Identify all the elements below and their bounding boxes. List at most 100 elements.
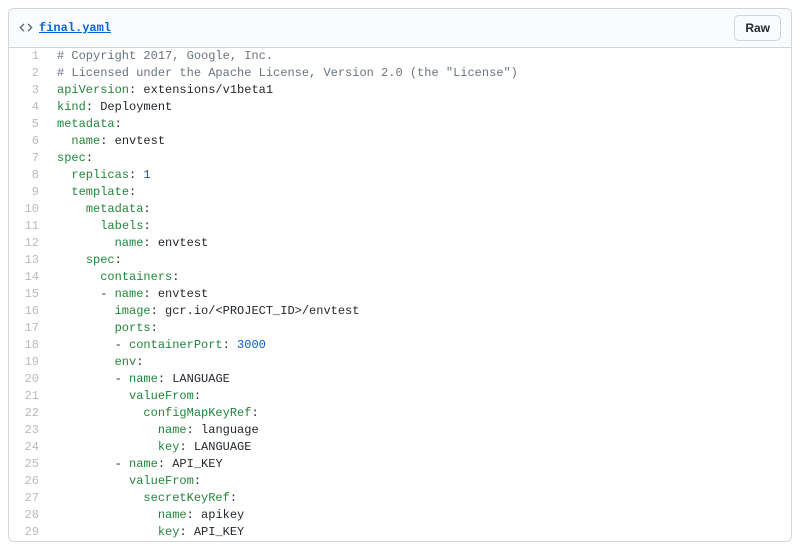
- code-token: name: [115, 287, 144, 301]
- code-line: 5metadata:: [9, 116, 791, 133]
- line-number[interactable]: 16: [9, 303, 49, 320]
- line-number[interactable]: 11: [9, 218, 49, 235]
- code-content: configMapKeyRef:: [49, 405, 791, 422]
- line-number[interactable]: 15: [9, 286, 49, 303]
- code-line: 24 key: LANGUAGE: [9, 439, 791, 456]
- line-number[interactable]: 18: [9, 337, 49, 354]
- line-number[interactable]: 23: [9, 422, 49, 439]
- line-number[interactable]: 10: [9, 201, 49, 218]
- code-line: 17 ports:: [9, 320, 791, 337]
- line-number[interactable]: 19: [9, 354, 49, 371]
- code-token: :: [115, 117, 122, 131]
- code-line: 2 # Licensed under the Apache License, Ve…: [9, 65, 791, 82]
- code-line: 21 valueFrom:: [9, 388, 791, 405]
- code-file-icon: [19, 21, 33, 35]
- line-number[interactable]: 28: [9, 507, 49, 524]
- code-token: [57, 185, 71, 199]
- code-token: -: [57, 338, 129, 352]
- code-line: 4kind: Deployment: [9, 99, 791, 116]
- code-token: name: [158, 423, 187, 437]
- code-token: envtest: [115, 134, 165, 148]
- line-number[interactable]: 5: [9, 116, 49, 133]
- code-content: metadata:: [49, 201, 791, 218]
- code-token: :: [143, 202, 150, 216]
- filename-link[interactable]: final.yaml: [39, 21, 111, 35]
- code-token: :: [158, 457, 172, 471]
- code-content: spec:: [49, 252, 791, 269]
- code-content: metadata:: [49, 116, 791, 133]
- raw-button[interactable]: Raw: [734, 15, 781, 41]
- code-token: apiVersion: [57, 83, 129, 97]
- line-number[interactable]: 6: [9, 133, 49, 150]
- code-token: # Copyright 2017, Google, Inc.: [57, 49, 273, 63]
- file-header-left: final.yaml: [19, 21, 111, 35]
- line-number[interactable]: 3: [9, 82, 49, 99]
- code-token: :: [151, 321, 158, 335]
- code-token: name: [129, 372, 158, 386]
- code-token: [57, 389, 129, 403]
- line-number[interactable]: 2: [9, 65, 49, 82]
- code-area: 1 # Copyright 2017, Google, Inc. 2 # Licens…: [9, 48, 791, 541]
- code-token: extensions/v1beta1: [143, 83, 273, 97]
- code-token: [57, 270, 100, 284]
- line-number[interactable]: 8: [9, 167, 49, 184]
- code-token: replicas: [71, 168, 129, 182]
- code-token: -: [57, 457, 129, 471]
- code-token: name: [115, 236, 144, 250]
- code-content: labels:: [49, 218, 791, 235]
- code-token: [57, 423, 158, 437]
- code-line: 8 replicas: 1: [9, 167, 791, 184]
- line-number[interactable]: 12: [9, 235, 49, 252]
- code-token: :: [129, 83, 143, 97]
- code-token: :: [151, 304, 165, 318]
- code-line: 22 configMapKeyRef:: [9, 405, 791, 422]
- line-number[interactable]: 25: [9, 456, 49, 473]
- code-content: env:: [49, 354, 791, 371]
- line-number[interactable]: 27: [9, 490, 49, 507]
- line-number[interactable]: 22: [9, 405, 49, 422]
- code-token: :: [187, 508, 201, 522]
- code-line: 14 containers:: [9, 269, 791, 286]
- line-number[interactable]: 7: [9, 150, 49, 167]
- code-token: :: [194, 474, 201, 488]
- code-token: spec: [57, 151, 86, 165]
- code-content: - containerPort: 3000: [49, 337, 791, 354]
- line-number[interactable]: 20: [9, 371, 49, 388]
- code-token: -: [57, 287, 115, 301]
- code-content: template:: [49, 184, 791, 201]
- code-token: :: [143, 287, 157, 301]
- code-token: [57, 491, 143, 505]
- code-line: 16 image: gcr.io/<PROJECT_ID>/envtest: [9, 303, 791, 320]
- line-number[interactable]: 1: [9, 48, 49, 65]
- code-token: [57, 525, 158, 539]
- code-token: [57, 355, 115, 369]
- code-content: apiVersion: extensions/v1beta1: [49, 82, 791, 99]
- line-number[interactable]: 13: [9, 252, 49, 269]
- code-token: # Licensed under the Apache License, Ver…: [57, 66, 518, 80]
- code-content: image: gcr.io/<PROJECT_ID>/envtest: [49, 303, 791, 320]
- code-token: :: [143, 219, 150, 233]
- code-line: 27 secretKeyRef:: [9, 490, 791, 507]
- code-token: [57, 236, 115, 250]
- code-content: # Copyright 2017, Google, Inc.: [49, 48, 791, 65]
- code-token: configMapKeyRef: [143, 406, 251, 420]
- code-line: 25 - name: API_KEY: [9, 456, 791, 473]
- line-number[interactable]: 24: [9, 439, 49, 456]
- code-line: 29 key: API_KEY: [9, 524, 791, 541]
- code-token: env: [115, 355, 137, 369]
- line-number[interactable]: 26: [9, 473, 49, 490]
- line-number[interactable]: 17: [9, 320, 49, 337]
- line-number[interactable]: 14: [9, 269, 49, 286]
- code-content: secretKeyRef:: [49, 490, 791, 507]
- code-token: envtest: [158, 287, 208, 301]
- code-token: API_KEY: [172, 457, 222, 471]
- line-number[interactable]: 9: [9, 184, 49, 201]
- code-token: name: [71, 134, 100, 148]
- code-token: ports: [115, 321, 151, 335]
- line-number[interactable]: 21: [9, 388, 49, 405]
- code-token: :: [230, 491, 237, 505]
- code-line: 7spec:: [9, 150, 791, 167]
- line-number[interactable]: 29: [9, 524, 49, 541]
- code-token: labels: [100, 219, 143, 233]
- line-number[interactable]: 4: [9, 99, 49, 116]
